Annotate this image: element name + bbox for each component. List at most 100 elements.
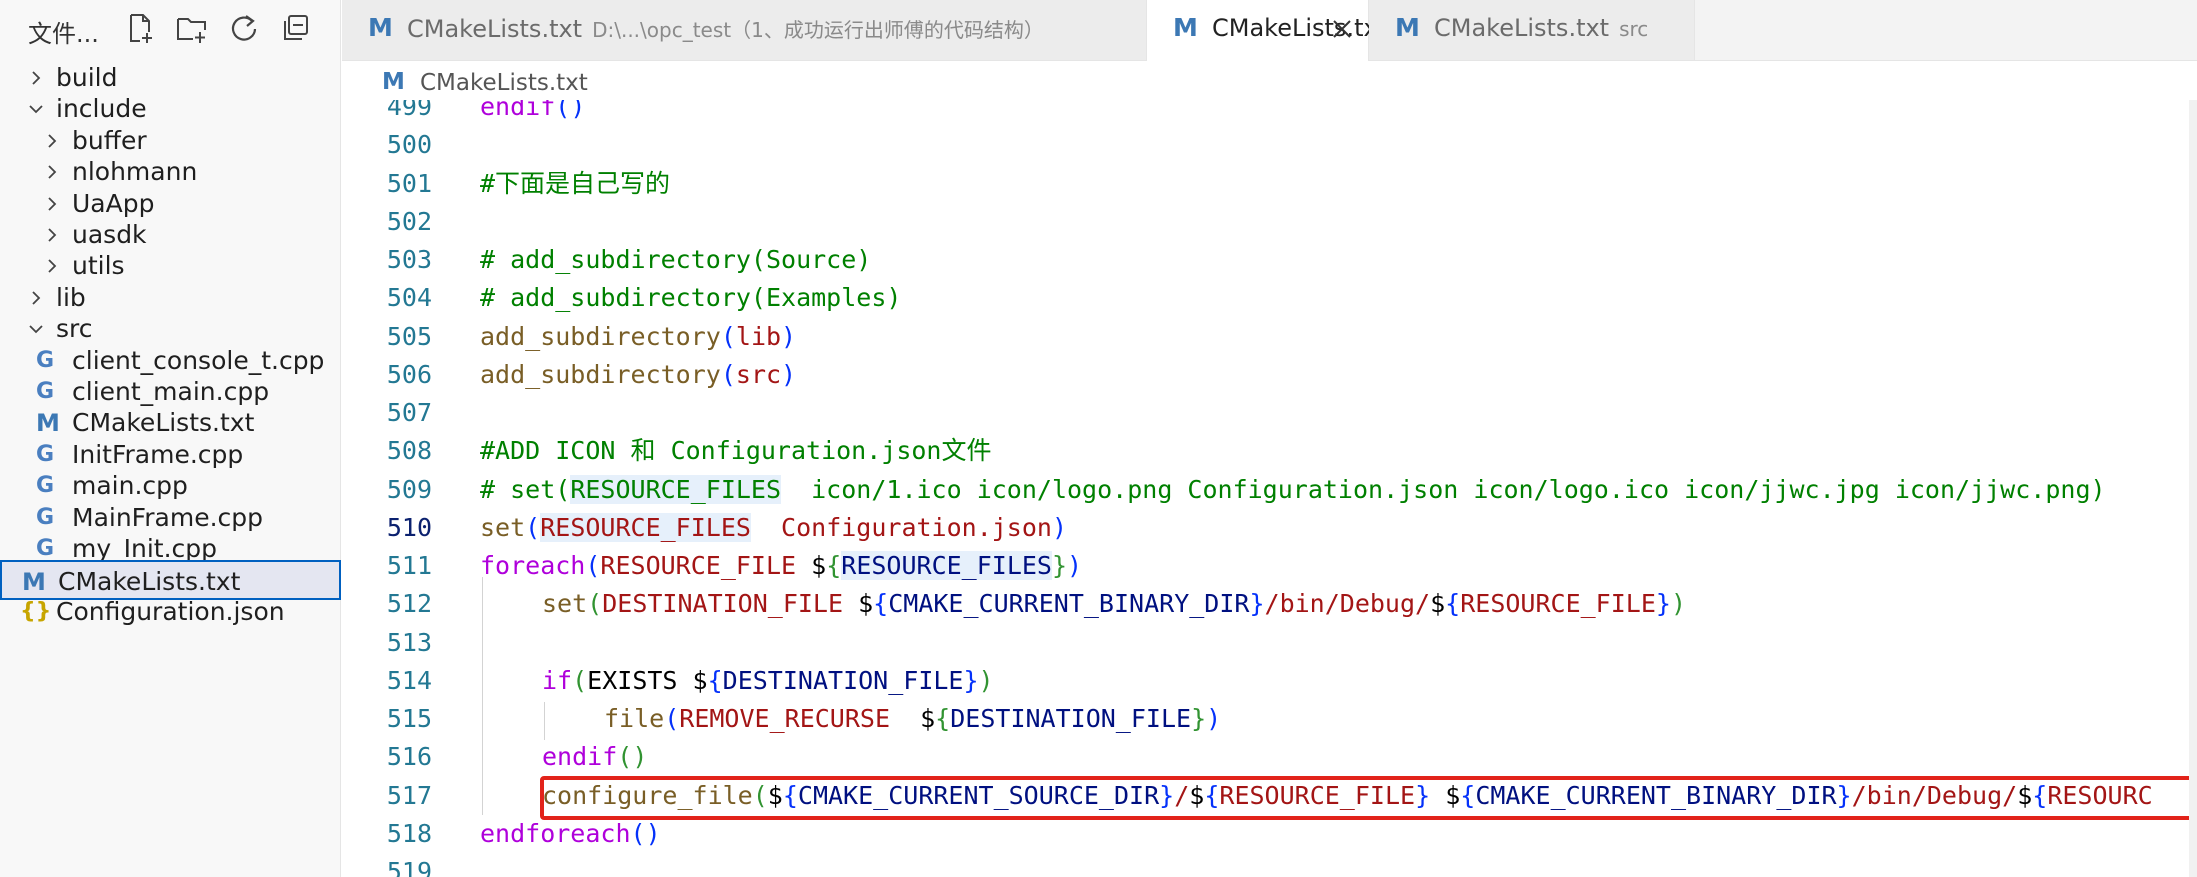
code-line[interactable]: 505 add_subdirectory(lib) (342, 318, 2197, 356)
cmake-file-icon: M (368, 13, 393, 42)
line-number: 519 (386, 857, 432, 877)
indent-guide (544, 702, 545, 741)
line-number: 510 (386, 512, 432, 542)
chevron-right-icon[interactable] (42, 162, 62, 182)
code-text: # add_subdirectory(Source) (480, 245, 872, 274)
line-number: 503 (386, 245, 432, 274)
cpp-file-icon: G (36, 504, 55, 530)
code-text: endif() (542, 742, 648, 772)
code-line[interactable]: 516 endif() (342, 738, 2197, 776)
line-number: 500 (386, 130, 432, 160)
code-text: add_subdirectory(lib) (480, 321, 797, 351)
chevron-right-icon[interactable] (42, 194, 62, 214)
code-text: set(RESOURCE_FILES Configuration.json) (480, 512, 1068, 542)
close-icon[interactable] (1329, 16, 1355, 42)
code-line[interactable]: 504 # add_subdirectory(Examples) (342, 279, 2197, 317)
breadcrumb: M CMakeLists.txt (342, 61, 2197, 105)
editor-tab[interactable]: MCMakeLists.txt.\ (1147, 0, 1412, 61)
code-line[interactable]: 513 (342, 624, 2197, 662)
tab-label: CMakeLists.txt D:\...\opc_test（1、成功运行出师傅的… (407, 14, 1044, 43)
code-line[interactable]: 506 add_subdirectory(src) (342, 356, 2197, 394)
chevron-right-icon[interactable] (26, 68, 46, 88)
cmake-file-icon: M (36, 409, 60, 438)
cpp-file-icon: G (36, 536, 55, 561)
code-text: file(REMOVE_RECURSE ${DESTINATION_FILE}) (604, 704, 1222, 733)
cmake-file-icon: M (382, 69, 405, 95)
code-line[interactable]: 499 endif() (342, 100, 2197, 126)
code-line[interactable]: 503 # add_subdirectory(Source) (342, 241, 2197, 279)
code-line[interactable]: 519 (342, 853, 2197, 877)
line-number: 504 (386, 283, 432, 313)
line-number: 518 (386, 818, 432, 848)
chevron-right-icon[interactable] (26, 288, 46, 308)
chevron-down-icon[interactable] (26, 319, 46, 339)
cpp-file-icon: G (36, 473, 55, 499)
line-number: 505 (386, 321, 432, 351)
explorer-sidebar: 文件... build include buffer nlohmann UaApp uas… (0, 0, 341, 877)
tree-item-label: Configuration.json (56, 596, 285, 626)
editor-tab[interactable]: M CMakeLists.txt D:\...\opc_test（1、成功运行出师傅… (342, 0, 1147, 60)
vertical-scrollbar[interactable] (2189, 100, 2197, 877)
new-file-icon[interactable] (124, 12, 156, 44)
line-number: 514 (386, 665, 432, 695)
code-text: if(EXISTS ${DESTINATION_FILE}) (542, 665, 994, 695)
code-text: endforeach() (480, 818, 661, 848)
breadcrumb-item[interactable]: CMakeLists.txt (420, 70, 588, 96)
editor-tab-bar: M CMakeLists.txt D:\...\opc_test（1、成功运行出师傅… (342, 0, 2197, 61)
line-number: 501 (386, 168, 432, 198)
line-number: 499 (386, 100, 432, 121)
cmake-file-icon: M (1173, 13, 1198, 42)
tab-description: D:\...\opc_test（1、成功运行出师傅的代码结构） (592, 18, 1044, 42)
code-editor[interactable]: 499 endif() 500 501 #下面是自己写的 502 503 # add_subd… (342, 100, 2197, 877)
cpp-file-icon: G (36, 379, 55, 404)
cpp-file-icon: G (36, 441, 55, 467)
code-line[interactable]: 515 file(REMOVE_RECURSE ${DESTINATION_FIL… (342, 700, 2197, 738)
line-number: 502 (386, 206, 432, 236)
chevron-right-icon[interactable] (42, 256, 62, 276)
tab-label: CMakeLists.txt src (1434, 14, 1648, 42)
code-text: add_subdirectory(src) (480, 359, 797, 389)
code-line[interactable]: 500 (342, 126, 2197, 164)
refresh-icon[interactable] (228, 12, 260, 44)
tab-filename: CMakeLists.txt (1434, 14, 1610, 42)
line-number: 506 (386, 359, 432, 389)
code-line[interactable]: 501 #下面是自己写的 (342, 165, 2197, 203)
code-text: # add_subdirectory(Examples) (480, 283, 902, 313)
line-number: 515 (386, 704, 432, 733)
highlight-annotation-box (540, 776, 2194, 820)
code-line[interactable]: 512 set(DESTINATION_FILE ${CMAKE_CURRENT_… (342, 585, 2197, 623)
code-line[interactable]: 509 # set(RESOURCE_FILES icon/1.ico icon/… (342, 471, 2197, 509)
cmake-file-icon: M (1395, 13, 1420, 42)
code-line[interactable]: 510 set(RESOURCE_FILES Configuration.json… (342, 509, 2197, 547)
code-text: #ADD ICON 和 Configuration.json文件 (480, 436, 992, 466)
cpp-file-icon: G (36, 347, 55, 373)
chevron-right-icon[interactable] (42, 225, 62, 245)
line-number: 513 (386, 627, 432, 657)
chevron-down-icon[interactable] (26, 99, 46, 119)
line-number: 509 (386, 474, 432, 504)
editor-tab[interactable]: M CMakeLists.txt src (1369, 0, 1695, 60)
code-line[interactable]: 502 (342, 203, 2197, 241)
line-number: 508 (386, 436, 432, 466)
explorer-title: 文件... (28, 20, 99, 48)
collapse-all-icon[interactable] (280, 12, 312, 44)
code-text: foreach(RESOURCE_FILE ${RESOURCE_FILES}) (480, 551, 1083, 580)
file-item[interactable]: {} Configuration.json (0, 592, 341, 632)
code-line[interactable]: 514 if(EXISTS ${DESTINATION_FILE}) (342, 662, 2197, 700)
code-text: endif() (480, 100, 586, 121)
json-file-icon: {} (20, 598, 52, 624)
code-text: set(DESTINATION_FILE ${CMAKE_CURRENT_BIN… (542, 589, 1687, 619)
code-line[interactable]: 518 endforeach() (342, 815, 2197, 853)
chevron-right-icon[interactable] (42, 131, 62, 151)
code-line[interactable]: 511 foreach(RESOURCE_FILE ${RESOURCE_FILE… (342, 547, 2197, 585)
tab-filename: CMakeLists.txt (1212, 14, 1388, 42)
new-folder-icon[interactable] (176, 12, 208, 44)
tab-filename: CMakeLists.txt (407, 15, 583, 43)
code-text: # set(RESOURCE_FILES icon/1.ico icon/log… (480, 474, 2106, 504)
line-number: 516 (386, 742, 432, 772)
code-line[interactable]: 508 #ADD ICON 和 Configuration.json文件 (342, 432, 2197, 470)
code-text: #下面是自己写的 (480, 168, 671, 198)
explorer-toolbar: 文件... (0, 0, 341, 56)
indent-guide (482, 577, 483, 815)
code-line[interactable]: 507 (342, 394, 2197, 432)
